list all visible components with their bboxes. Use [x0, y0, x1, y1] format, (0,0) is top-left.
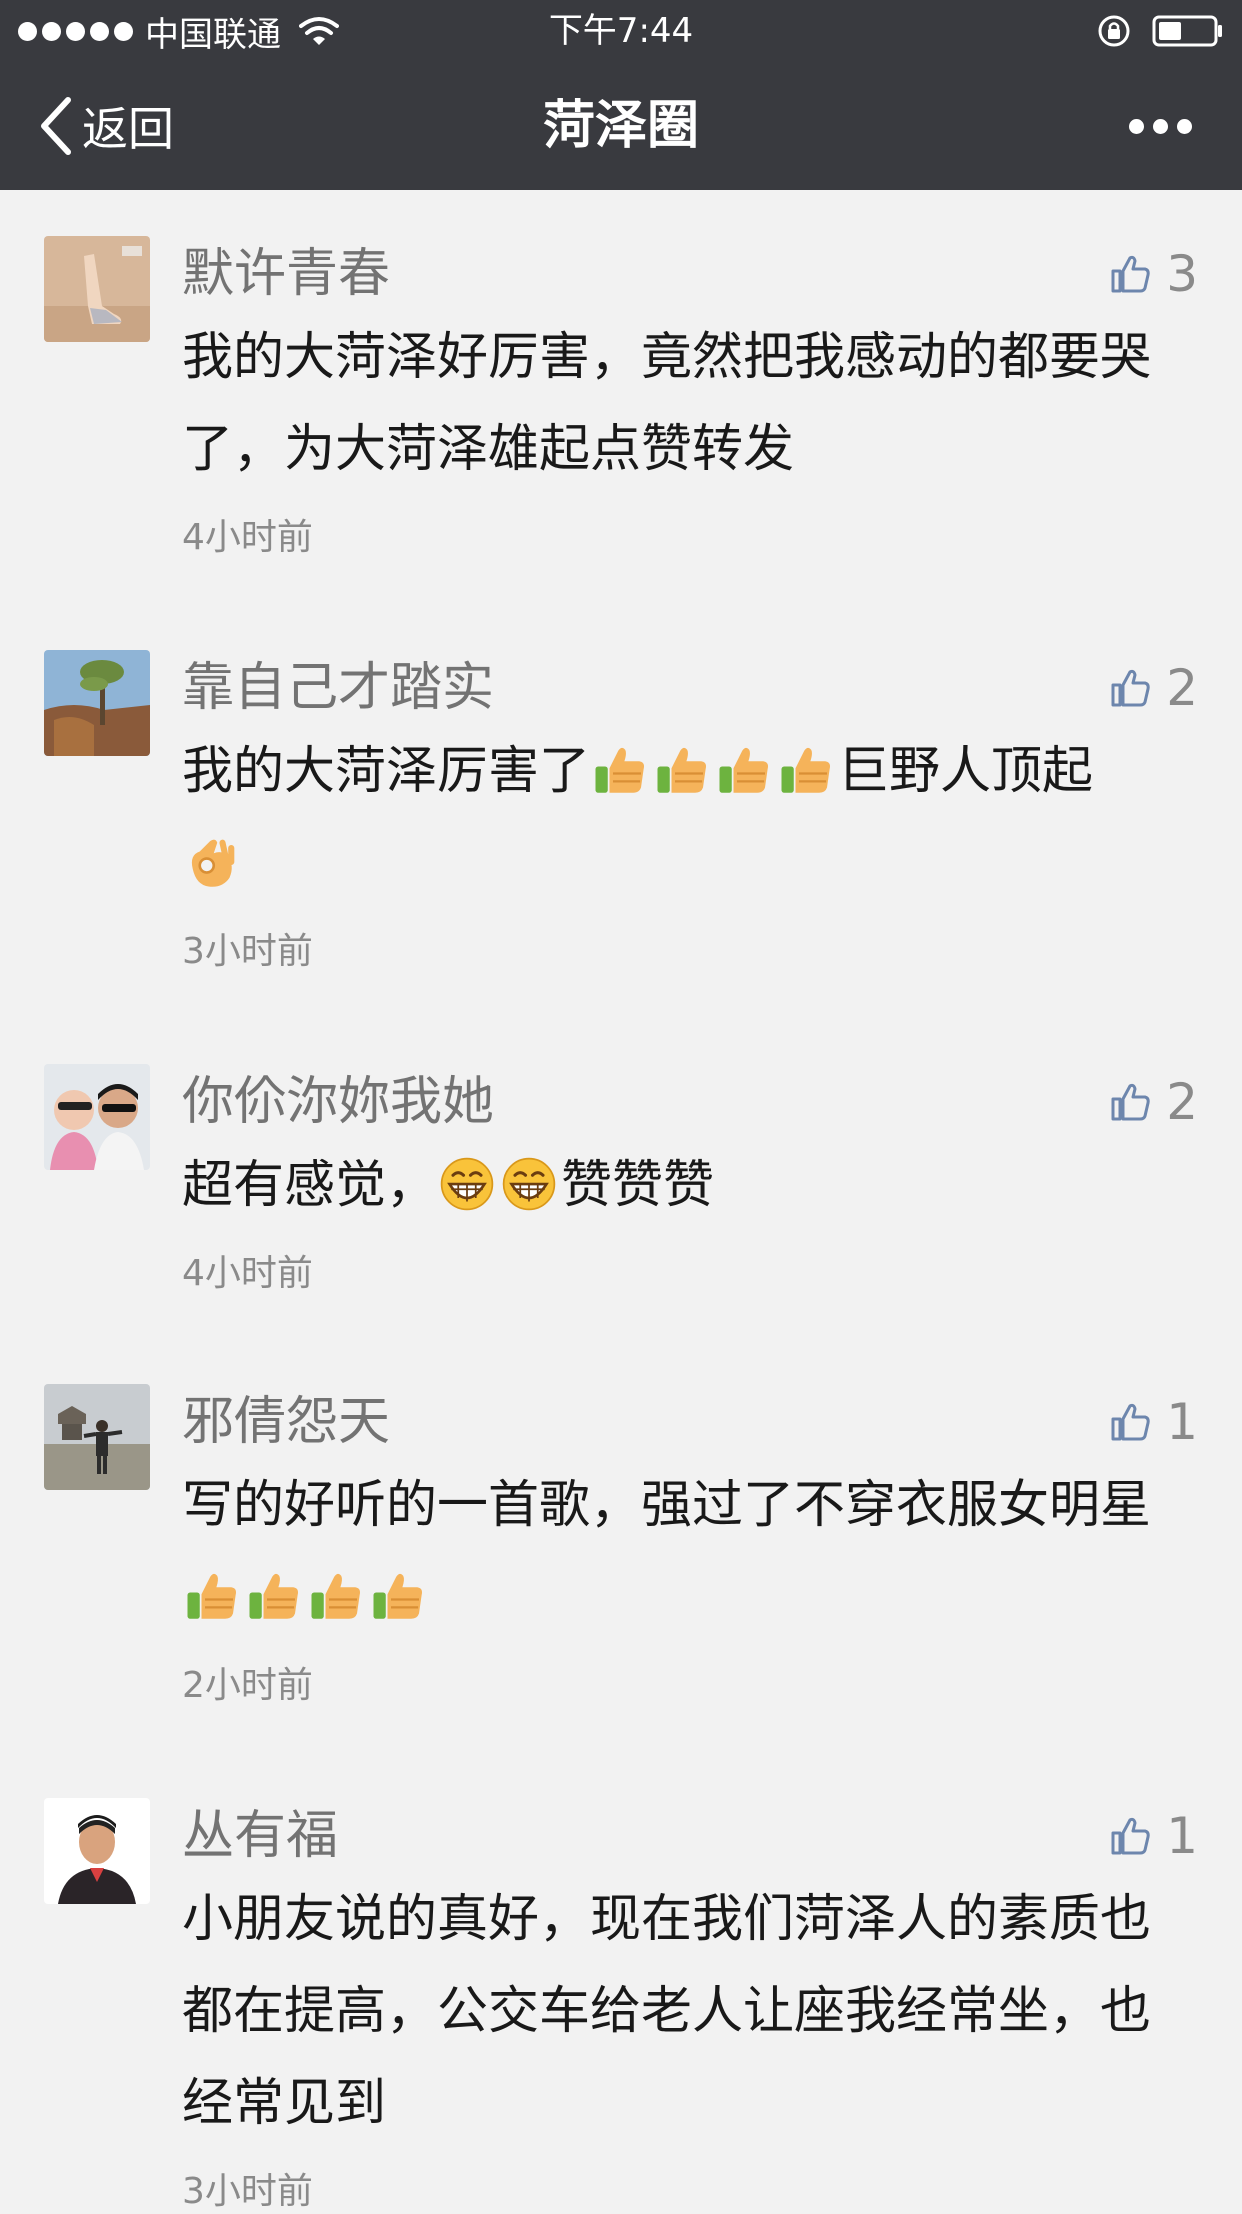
- comment-time: 4小时前: [182, 1253, 313, 1294]
- thumbs-up-emoji-icon: [184, 1568, 240, 1624]
- comment-author[interactable]: 靠自己才踏实: [182, 650, 494, 726]
- avatar[interactable]: [44, 1064, 150, 1170]
- like-button[interactable]: 2: [1110, 650, 1198, 726]
- comment-author[interactable]: 你伱沵妳我她: [182, 1064, 494, 1140]
- thumbs-up-emoji-icon: [246, 1568, 302, 1624]
- comment-author[interactable]: 邪倩怨天: [182, 1384, 390, 1460]
- comment-item: 靠自己才踏实 2 我的大菏泽厉害了 巨野人顶起 3小时前: [0, 650, 1242, 980]
- more-dot-icon: [1153, 118, 1168, 134]
- comment-author[interactable]: 默许青春: [182, 236, 390, 312]
- comment-text-part: 写的好听的一首歌，强过了不穿衣服女明星: [182, 1476, 1152, 1535]
- comment-text: 我的大菏泽好厉害，竟然把我感动的都要哭了，为大菏泽雄起点赞转发: [182, 328, 1152, 479]
- like-button[interactable]: 2: [1110, 1064, 1198, 1140]
- like-count: 2: [1166, 1073, 1198, 1131]
- comment-text: 写的好听的一首歌，强过了不穿衣服女明星: [182, 1460, 1192, 1644]
- like-count: 3: [1166, 245, 1198, 303]
- thumbs-up-emoji-icon: [370, 1568, 426, 1624]
- like-count: 1: [1166, 1807, 1198, 1865]
- thumbs-up-emoji-icon: [592, 742, 648, 798]
- like-count: 2: [1166, 659, 1198, 717]
- comment-text-part: 我的大菏泽厉害了: [182, 742, 591, 801]
- thumbs-up-emoji-icon: [308, 1568, 364, 1624]
- like-button[interactable]: 3: [1110, 236, 1198, 312]
- thumbs-up-icon: [1111, 1403, 1150, 1441]
- comment-time: 4小时前: [182, 517, 313, 558]
- avatar[interactable]: [44, 1798, 150, 1904]
- status-right: [1096, 0, 1224, 62]
- comment-time: 3小时前: [182, 931, 313, 972]
- thumbs-up-icon: [1111, 255, 1150, 293]
- avatar[interactable]: [44, 650, 150, 756]
- avatar[interactable]: [44, 236, 150, 342]
- more-dot-icon: [1129, 118, 1144, 134]
- page-title: 菏泽圈: [542, 96, 699, 156]
- grinning-emoji-icon: [501, 1156, 557, 1212]
- thumbs-up-emoji-icon: [778, 742, 834, 798]
- thumbs-up-icon: [1111, 669, 1150, 707]
- comment-text-part: 超有感觉，: [182, 1156, 438, 1215]
- more-options-button[interactable]: [1129, 62, 1192, 190]
- comment-author[interactable]: 丛有福: [182, 1798, 338, 1874]
- comment-text: 小朋友说的真好，现在我们菏泽人的素质也都在提高，公交车给老人让座我经常坐，也经常…: [182, 1890, 1152, 2133]
- thumbs-up-icon: [1111, 1083, 1150, 1121]
- battery-icon: [1152, 15, 1222, 47]
- avatar[interactable]: [44, 1384, 150, 1490]
- status-bar: 中国联通 下午7:44: [0, 0, 1242, 62]
- comment-item: 默许青春 3 我的大菏泽好厉害，竟然把我感动的都要哭了，为大菏泽雄起点赞转发 4…: [0, 236, 1242, 566]
- like-button[interactable]: 1: [1110, 1798, 1198, 1874]
- ok-hand-emoji-icon: [184, 834, 240, 890]
- nav-bar: 返回 菏泽圈: [0, 62, 1242, 190]
- thumbs-up-icon: [1111, 1817, 1150, 1855]
- comment-text-part: 赞赞赞: [561, 1156, 715, 1215]
- comment-time: 3小时前: [182, 2171, 313, 2212]
- comment-item: 你伱沵妳我她 2 超有感觉， 赞赞赞 4小时前: [0, 1064, 1242, 1304]
- grinning-emoji-icon: [439, 1156, 495, 1212]
- comment-time: 2小时前: [182, 1665, 313, 1706]
- comment-text: 超有感觉， 赞赞赞: [182, 1140, 1212, 1232]
- comment-text: 我的大菏泽厉害了 巨野人顶起: [182, 726, 1212, 910]
- thumbs-up-emoji-icon: [654, 742, 710, 798]
- comment-item: 丛有福 1 小朋友说的真好，现在我们菏泽人的素质也都在提高，公交车给老人让座我经…: [0, 1798, 1242, 2212]
- comment-item: 邪倩怨天 1 写的好听的一首歌，强过了不穿衣服女明星 2小时前: [0, 1384, 1242, 1714]
- like-button[interactable]: 1: [1110, 1384, 1198, 1460]
- more-dot-icon: [1177, 118, 1192, 134]
- like-count: 1: [1166, 1393, 1198, 1451]
- comment-text-part: 巨野人顶起: [838, 742, 1094, 801]
- rotation-lock-icon: [1098, 15, 1130, 47]
- thumbs-up-emoji-icon: [716, 742, 772, 798]
- status-time: 下午7:44: [548, 11, 694, 51]
